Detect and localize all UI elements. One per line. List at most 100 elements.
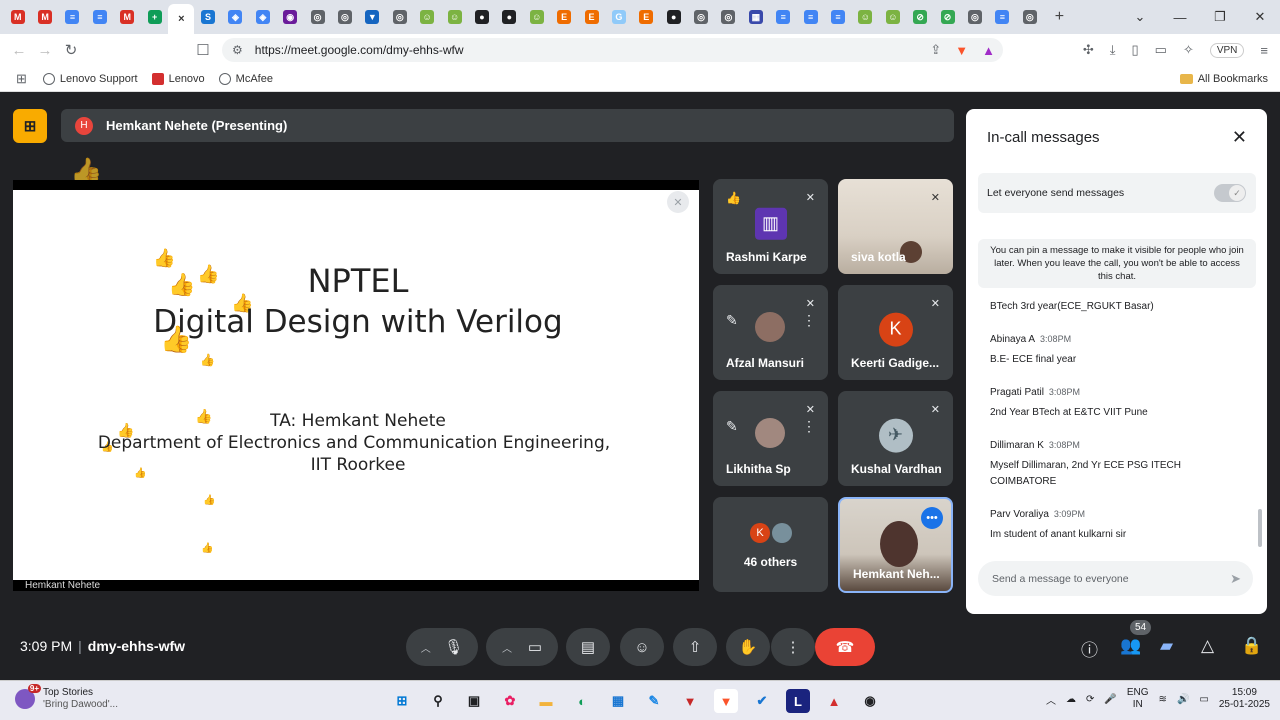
menu-icon[interactable]: ≡ (1260, 43, 1268, 58)
captions-button[interactable]: ▤ (566, 628, 610, 666)
bookmark-mcafee[interactable]: McAfee (218, 72, 273, 85)
browser-tab[interactable]: ◎ (331, 0, 358, 34)
bookmark-star-icon[interactable]: ☐ (190, 41, 216, 59)
leave-call-button[interactable]: ☎ (815, 628, 875, 666)
browser-tab[interactable]: ☺ (523, 0, 550, 34)
meeting-details-logo-icon[interactable]: ⊞ (13, 109, 47, 143)
browser-tab[interactable]: ● (468, 0, 495, 34)
site-info-icon[interactable]: ⚙ (232, 43, 243, 57)
pen-app-icon[interactable]: ✎ (642, 689, 666, 713)
volume-icon[interactable]: 🔊 (1177, 694, 1189, 705)
reactions-button[interactable]: ☺ (620, 628, 664, 666)
browser-tab[interactable]: ☺ (879, 0, 906, 34)
minimize-button[interactable]: — (1160, 10, 1200, 25)
browser-tab[interactable]: ◎ (687, 0, 714, 34)
sidebar-icon[interactable]: ▯ (1131, 42, 1138, 58)
sync-icon[interactable]: ⟳ (1086, 694, 1094, 705)
browser-tab[interactable]: E (633, 0, 660, 34)
wallet-icon[interactable]: ▭ (1155, 42, 1167, 58)
lenovo-app-icon[interactable]: L (786, 689, 810, 713)
close-icon[interactable]: ✕ (1232, 127, 1247, 148)
chevron-up-icon[interactable]: ︿ (502, 640, 512, 655)
browser-tab[interactable]: M (114, 0, 141, 34)
copilot-icon[interactable]: ✿ (498, 689, 522, 713)
browser-tab[interactable]: ⊘ (934, 0, 961, 34)
all-bookmarks-button[interactable]: All Bookmarks (1179, 73, 1268, 85)
bookmark-lenovo[interactable]: Lenovo (151, 72, 205, 85)
extensions-icon[interactable]: ✣ (1083, 42, 1094, 58)
chat-scrollbar[interactable] (1258, 509, 1262, 547)
tab-search-icon[interactable]: ⌄ (1120, 9, 1160, 25)
chat-icon[interactable]: ▰ (1160, 636, 1173, 656)
language-indicator[interactable]: ENG IN (1127, 687, 1149, 711)
mic-control[interactable]: ︿ 🎙 (406, 628, 478, 666)
browser-tab[interactable]: ▼ (359, 0, 386, 34)
chrome-icon[interactable]: ◉ (858, 689, 882, 713)
reload-button[interactable]: ↻ (58, 41, 84, 59)
camera-control[interactable]: ︿ ▭ (486, 628, 558, 666)
mcafee-icon[interactable]: ▼ (678, 689, 702, 713)
participant-tile[interactable]: ✕ ✎ ⋮ Likhitha Sp (713, 391, 828, 486)
bookmark-lenovo-support[interactable]: Lenovo Support (42, 72, 138, 85)
participant-tile[interactable]: ✕ K Keerti Gadige... (838, 285, 953, 380)
browser-tab[interactable]: ⊘ (907, 0, 934, 34)
participant-tile[interactable]: ✕ ✈ Kushal Vardhan (838, 391, 953, 486)
people-icon[interactable]: 👥 (1120, 636, 1141, 656)
back-button[interactable]: ← (6, 42, 32, 59)
microphone-icon[interactable]: 🎙 (444, 638, 463, 656)
browser-tab[interactable]: ☺ (413, 0, 440, 34)
vpn-button[interactable]: VPN (1209, 42, 1245, 58)
wifi-icon[interactable]: ≋ (1159, 694, 1167, 705)
browser-tab[interactable]: ≡ (86, 0, 113, 34)
apps-grid-icon[interactable]: ⊞ (16, 71, 27, 87)
browser-tab[interactable]: ◉ (277, 0, 304, 34)
close-window-button[interactable]: ✕ (1240, 9, 1280, 25)
task-view-icon[interactable]: ▣ (462, 689, 486, 713)
browser-tab[interactable]: + (141, 0, 168, 34)
browser-tab[interactable]: M (4, 0, 31, 34)
browser-tab[interactable]: ≡ (797, 0, 824, 34)
browser-tab[interactable]: E (550, 0, 577, 34)
host-controls-icon[interactable]: 🔒 (1241, 636, 1262, 656)
self-tile[interactable]: ••• Hemkant Neh... (838, 497, 953, 593)
more-options-button[interactable]: ⋮ (771, 628, 815, 666)
raise-hand-button[interactable]: ✋ (726, 628, 770, 666)
browser-tab[interactable]: ▦ (742, 0, 769, 34)
browser-tab[interactable]: ◈ (222, 0, 249, 34)
new-tab-button[interactable]: + (1047, 8, 1071, 26)
browser-tab[interactable]: G (605, 0, 632, 34)
forward-button[interactable]: → (32, 42, 58, 59)
system-clock[interactable]: 15:09 25-01-2025 (1219, 687, 1270, 711)
restore-button[interactable]: ❐ (1200, 9, 1240, 25)
windows-start-icon[interactable]: ⊞ (390, 689, 414, 713)
message-list[interactable]: BTech 3rd year(ECE_RGUKT Basar) Abinaya … (990, 301, 1250, 557)
browser-tab[interactable]: ☺ (441, 0, 468, 34)
browser-tab[interactable]: ☺ (852, 0, 879, 34)
browser-tab[interactable]: ≡ (824, 0, 851, 34)
browser-tab[interactable]: ◎ (304, 0, 331, 34)
participant-tile[interactable]: ✕ siva kotla (838, 179, 953, 274)
acrobat-icon[interactable]: ▲ (822, 689, 846, 713)
downloads-icon[interactable]: ⤓ (1110, 42, 1116, 58)
more-options-icon[interactable]: ••• (921, 507, 943, 529)
chevron-up-icon[interactable]: ︿ (421, 640, 431, 655)
browser-tab[interactable]: ◎ (715, 0, 742, 34)
more-options-icon[interactable]: ⋮ (802, 312, 816, 342)
active-tab[interactable]: × (168, 4, 195, 34)
brave-shield-icon[interactable]: ▼ (955, 43, 968, 58)
address-bar[interactable]: ⚙ https://meet.google.com/dmy-ehhs-wfw ⇪… (222, 38, 1003, 62)
camera-icon[interactable]: ▭ (528, 638, 542, 656)
browser-tab[interactable]: ● (660, 0, 687, 34)
send-messages-toggle[interactable]: ✓ (1214, 184, 1246, 202)
browser-tab[interactable]: ◈ (249, 0, 276, 34)
brave-rewards-icon[interactable]: ▲ (982, 43, 995, 58)
activities-icon[interactable]: △ (1201, 636, 1214, 656)
browser-tab[interactable]: ◎ (386, 0, 413, 34)
participant-tile[interactable]: 👍 ✕ ▥ Rashmi Karpe (713, 179, 828, 274)
leo-ai-icon[interactable]: ✧ (1183, 42, 1194, 58)
chevron-up-icon[interactable]: ︿ (1046, 692, 1056, 707)
browser-tab[interactable]: ● (496, 0, 523, 34)
file-explorer-icon[interactable]: ▬ (534, 689, 558, 713)
browser-tab[interactable]: ◎ (1016, 0, 1043, 34)
browser-tab[interactable]: ≡ (59, 0, 86, 34)
